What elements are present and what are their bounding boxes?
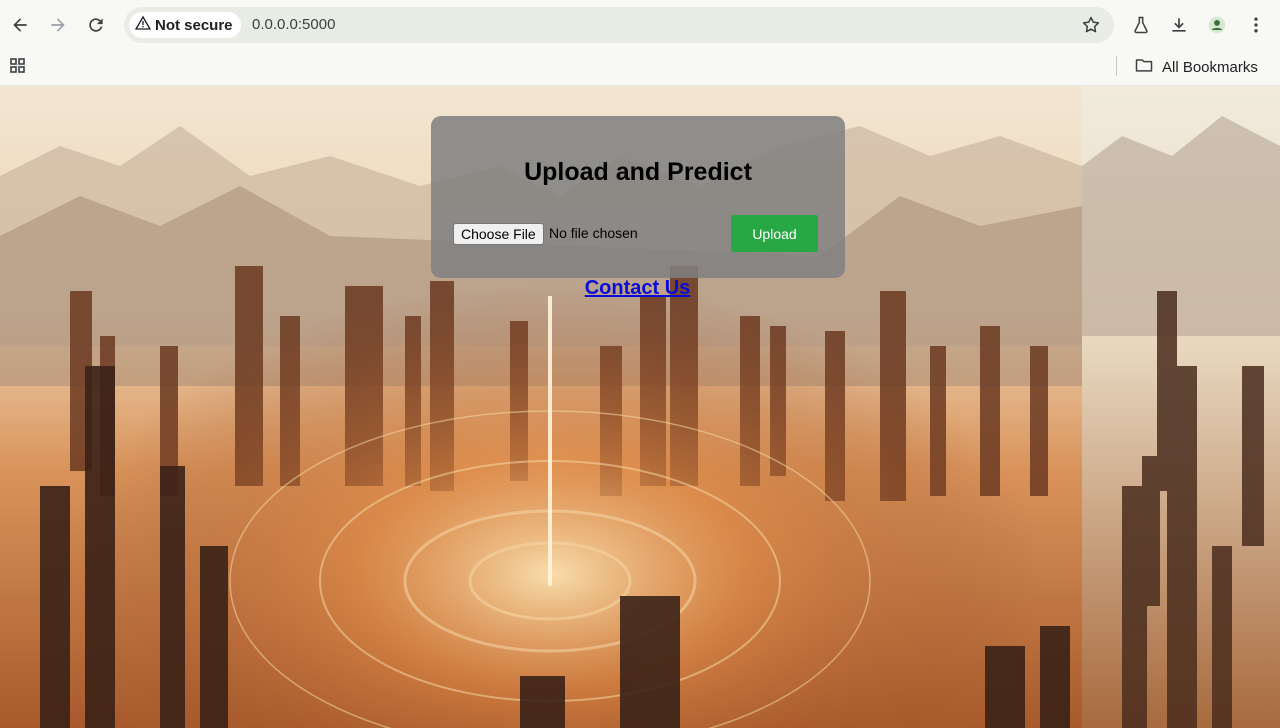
url-text[interactable]: 0.0.0.0:5000 bbox=[252, 16, 335, 33]
labs-icon[interactable] bbox=[1129, 13, 1153, 37]
security-chip[interactable]: Not secure bbox=[129, 12, 241, 38]
menu-icon[interactable] bbox=[1244, 13, 1268, 37]
contact-us-link[interactable]: Contact Us bbox=[0, 277, 1275, 300]
security-label: Not secure bbox=[155, 16, 233, 34]
upload-button[interactable]: Upload bbox=[731, 215, 818, 252]
warning-icon bbox=[134, 15, 152, 35]
page-viewport: Upload and Predict Choose File No file c… bbox=[0, 86, 1280, 728]
back-icon[interactable] bbox=[8, 13, 32, 37]
forward-icon[interactable] bbox=[46, 13, 70, 37]
all-bookmarks-button[interactable]: All Bookmarks bbox=[1134, 55, 1258, 79]
choose-file-button[interactable]: Choose File bbox=[453, 223, 544, 245]
folder-icon bbox=[1134, 55, 1154, 79]
profile-icon[interactable] bbox=[1205, 13, 1229, 37]
file-status-text: No file chosen bbox=[549, 225, 638, 241]
download-icon[interactable] bbox=[1167, 13, 1191, 37]
address-bar[interactable]: Not secure 0.0.0.0:5000 bbox=[124, 7, 1114, 43]
page-title: Upload and Predict bbox=[524, 158, 752, 186]
apps-icon[interactable] bbox=[8, 56, 28, 76]
upload-card: Upload and Predict Choose File No file c… bbox=[431, 116, 845, 278]
bookmarks-separator bbox=[1116, 56, 1117, 76]
bookmarks-bar: All Bookmarks bbox=[0, 50, 1280, 86]
reload-icon[interactable] bbox=[84, 13, 108, 37]
browser-toolbar: Not secure 0.0.0.0:5000 bbox=[0, 0, 1280, 50]
background-image-repeat bbox=[1082, 86, 1280, 728]
star-icon[interactable] bbox=[1080, 14, 1102, 36]
all-bookmarks-label: All Bookmarks bbox=[1162, 58, 1258, 76]
